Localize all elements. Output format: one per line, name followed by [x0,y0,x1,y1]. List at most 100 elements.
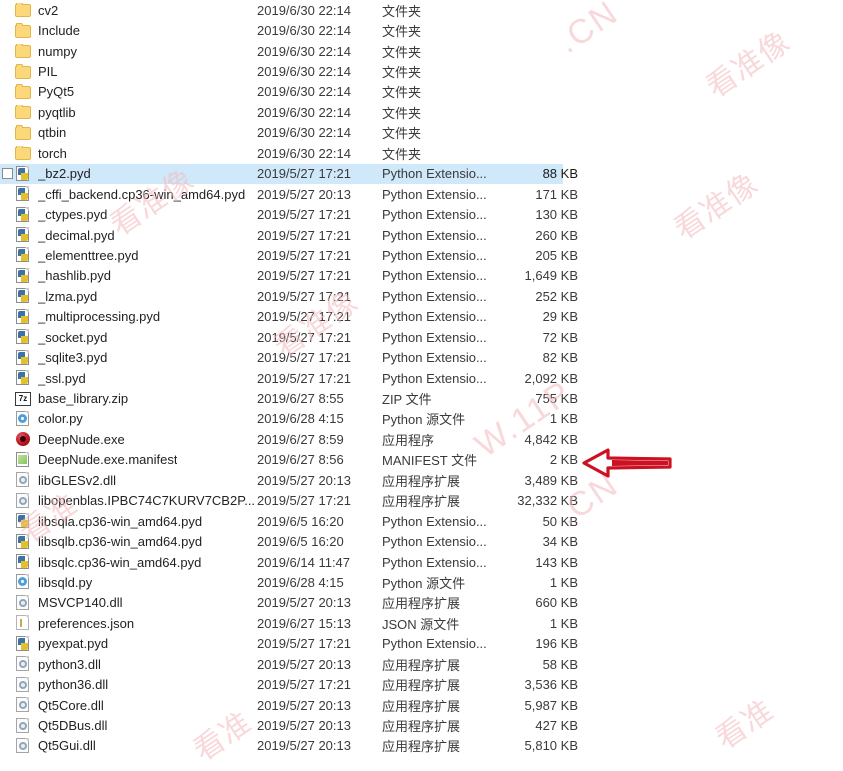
file-row[interactable]: Include 2019/6/30 22:14 文件夹 [0,20,843,40]
file-row[interactable]: pyexpat.pyd 2019/5/27 17:21 Python Extensi… [0,634,843,654]
file-name-cell[interactable]: pyqtlib [15,104,257,120]
file-name-cell[interactable]: numpy [15,43,257,59]
file-name-cell[interactable]: pyexpat.pyd [15,635,257,652]
file-name-cell[interactable]: python36.dll [15,676,257,693]
file-name-label: libsqlc.cp36-win_amd64.pyd [38,554,202,570]
file-type-cell: ZIP 文件 [382,392,432,408]
file-row[interactable]: python3.dll 2019/5/27 20:13 应用程序扩展 58 KB [0,654,843,674]
file-name-label: qtbin [38,125,67,141]
file-row[interactable]: _lzma.pyd 2019/5/27 17:21 Python Extensio.… [0,286,843,306]
file-row[interactable]: numpy 2019/6/30 22:14 文件夹 [0,41,843,61]
file-name-cell[interactable]: Qt5DBus.dll [15,717,257,734]
file-name-cell[interactable]: libGLESv2.dll [15,472,257,488]
file-name-cell[interactable]: _cffi_backend.cp36-win_amd64.pyd [15,186,257,202]
file-row[interactable]: DeepNude.exe.manifest 2019/6/27 8:56 MANIF… [0,450,843,470]
file-row[interactable]: cv2 2019/6/30 22:14 文件夹 [0,0,843,20]
file-row[interactable]: Qt5Gui.dll 2019/5/27 20:13 应用程序扩展 5,810 KB [0,736,843,756]
file-name-cell[interactable]: python3.dll [15,656,257,672]
file-type-cell: 应用程序扩展 [382,739,461,755]
file-name-cell[interactable]: _ctypes.pyd [15,206,257,223]
file-row[interactable]: _sqlite3.pyd 2019/5/27 17:21 Python Extens… [0,347,843,367]
file-name-cell[interactable]: color.py [15,410,257,427]
file-row[interactable]: MSVCP140.dll 2019/5/27 20:13 应用程序扩展 660 KB [0,593,843,613]
file-row[interactable]: libsqld.py 2019/6/28 4:15 Python 源文件 1 KB [0,572,843,592]
file-row[interactable]: _hashlib.pyd 2019/5/27 17:21 Python Extens… [0,266,843,286]
file-size-cell: 1 KB [549,411,578,427]
file-name-label: Include [38,23,80,39]
row-checkbox[interactable] [0,168,15,180]
file-row[interactable]: _elementtree.pyd 2019/5/27 17:21 Python Ex… [0,245,843,265]
file-row[interactable]: _multiprocessing.pyd 2019/5/27 17:21 Pytho… [0,307,843,327]
file-name-cell[interactable]: _decimal.pyd [15,227,257,243]
file-name-cell[interactable]: 7z base_library.zip [15,391,257,407]
checkbox-icon[interactable] [2,168,13,180]
file-name-label: PyQt5 [38,84,75,100]
file-name-cell[interactable]: _bz2.pyd [15,165,257,182]
file-name-cell[interactable]: Include [15,23,257,38]
python-extension-icon [15,635,31,652]
file-name-cell[interactable]: libsqld.py [15,574,257,590]
file-type-cell: 应用程序扩展 [382,698,461,714]
file-row[interactable]: _ctypes.pyd 2019/5/27 17:21 Python Extensi… [0,204,843,224]
file-type-cell: Python Extensio... [382,268,487,284]
file-name-cell[interactable]: PIL [15,64,257,79]
file-row[interactable]: _cffi_backend.cp36-win_amd64.pyd 2019/5/2… [0,184,843,204]
file-name-cell[interactable]: _lzma.pyd [15,288,257,304]
file-name-cell[interactable]: _elementtree.pyd [15,247,257,263]
file-row[interactable]: Qt5DBus.dll 2019/5/27 20:13 应用程序扩展 427 KB [0,715,843,735]
file-row[interactable]: 7z base_library.zip 2019/6/27 8:55 ZIP 文件 75… [0,388,843,408]
file-row[interactable]: torch 2019/6/30 22:14 文件夹 [0,143,843,163]
file-row[interactable]: _ssl.pyd 2019/5/27 17:21 Python Extensio..… [0,368,843,388]
file-row[interactable]: _socket.pyd 2019/5/27 17:21 Python Extensi… [0,327,843,347]
file-size-cell: 205 KB [535,247,578,263]
file-name-cell[interactable]: Qt5Gui.dll [15,737,257,754]
file-row[interactable]: PIL 2019/6/30 22:14 文件夹 [0,61,843,81]
file-name-cell[interactable]: Qt5Core.dll [15,697,257,713]
file-row[interactable]: python36.dll 2019/5/27 17:21 应用程序扩展 3,536 K… [0,674,843,694]
file-row[interactable]: DeepNude.exe 2019/6/27 8:59 应用程序 4,842 KB [0,429,843,449]
folder-icon [15,23,31,38]
file-row[interactable]: libGLESv2.dll 2019/5/27 20:13 应用程序扩展 3,489 … [0,470,843,490]
file-row[interactable]: Qt5Core.dll 2019/5/27 20:13 应用程序扩展 5,987 KB [0,695,843,715]
folder-icon [15,104,31,120]
file-name-cell[interactable]: libsqlb.cp36-win_amd64.pyd [15,533,257,550]
file-name-cell[interactable]: DeepNude.exe [15,431,257,447]
file-row[interactable]: preferences.json 2019/6/27 15:13 JSON 源文件 1… [0,613,843,633]
file-row[interactable]: qtbin 2019/6/30 22:14 文件夹 [0,123,843,143]
file-name-cell[interactable]: _hashlib.pyd [15,267,257,284]
file-name-cell[interactable]: _ssl.pyd [15,370,257,386]
file-row[interactable]: color.py 2019/6/28 4:15 Python 源文件 1 KB [0,409,843,429]
file-type-cell: Python Extensio... [382,329,487,345]
file-name-cell[interactable]: _multiprocessing.pyd [15,308,257,325]
file-name-cell[interactable]: _sqlite3.pyd [15,349,257,366]
file-name-cell[interactable]: cv2 [15,2,257,18]
file-row[interactable]: libopenblas.IPBC74C7KURV7CB2P... 2019/5/2… [0,491,843,511]
application-icon [15,431,31,447]
dll-icon [15,492,31,509]
file-name-cell[interactable]: _socket.pyd [15,329,257,345]
file-row[interactable]: pyqtlib 2019/6/30 22:14 文件夹 [0,102,843,122]
file-row[interactable]: PyQt5 2019/6/30 22:14 文件夹 [0,82,843,102]
file-type-cell: Python Extensio... [382,534,487,550]
file-row[interactable]: _decimal.pyd 2019/5/27 17:21 Python Extens… [0,225,843,245]
file-row[interactable]: libsqlc.cp36-win_amd64.pyd 2019/6/14 11:4… [0,552,843,572]
file-name-cell[interactable]: libsqlc.cp36-win_amd64.pyd [15,554,257,570]
file-name-label: DeepNude.exe [38,431,125,447]
file-row[interactable]: libsqlb.cp36-win_amd64.pyd 2019/6/5 16:20… [0,531,843,551]
file-name-cell[interactable]: DeepNude.exe.manifest [15,451,257,468]
file-name-cell[interactable]: torch [15,145,257,161]
file-name-cell[interactable]: preferences.json [15,615,257,631]
file-name-label: Qt5Gui.dll [38,738,96,754]
file-list[interactable]: cv2 2019/6/30 22:14 文件夹 Include 2019/6/30 22… [0,0,843,756]
file-name-cell[interactable]: libsqla.cp36-win_amd64.pyd [15,513,257,529]
file-name-cell[interactable]: libopenblas.IPBC74C7KURV7CB2P... [15,492,257,509]
file-row[interactable]: _bz2.pyd 2019/5/27 17:21 Python Extensio..… [0,163,578,184]
file-name-cell[interactable]: MSVCP140.dll [15,594,257,611]
file-size-cell: 171 KB [535,186,578,202]
file-name-cell[interactable]: qtbin [15,125,257,140]
python-extension-icon [15,370,31,386]
python-extension-icon [15,288,31,304]
folder-icon [15,84,31,99]
file-name-cell[interactable]: PyQt5 [15,84,257,99]
file-row[interactable]: libsqla.cp36-win_amd64.pyd 2019/6/5 16:20… [0,511,843,531]
